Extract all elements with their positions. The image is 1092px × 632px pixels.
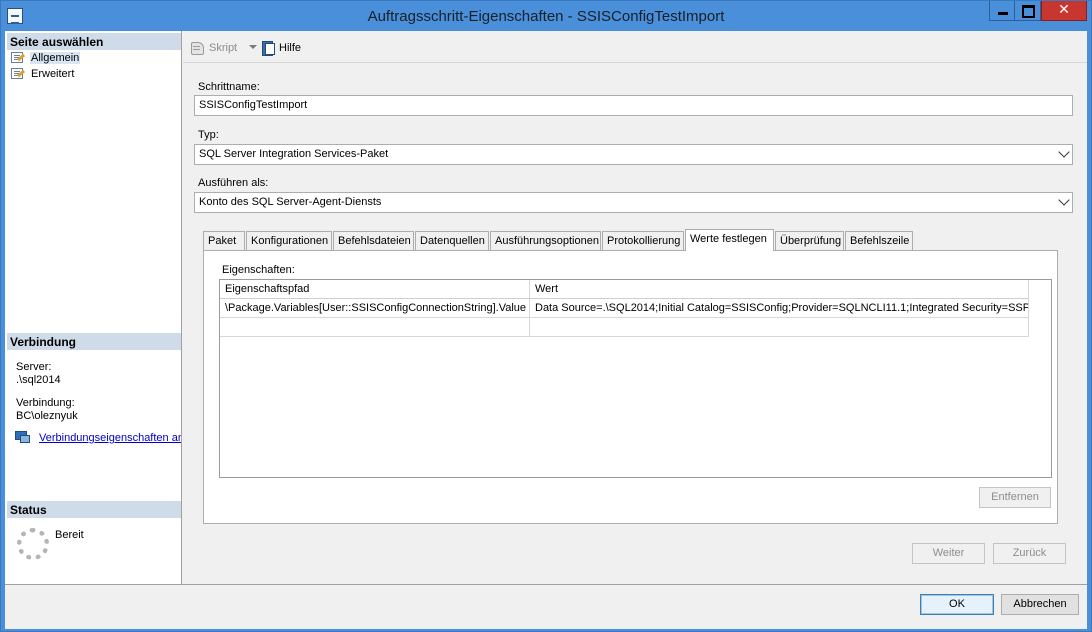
page-item-erweitert[interactable]: Erweitert — [10, 66, 75, 81]
table-row[interactable] — [220, 318, 1029, 337]
tab-ausfuehrungsoptionen[interactable]: Ausführungsoptionen — [490, 231, 601, 250]
script-icon — [189, 41, 205, 55]
status-spinner-icon — [17, 528, 49, 560]
properties-label: Eigenschaften: — [222, 264, 295, 276]
property-value-cell[interactable] — [530, 318, 1029, 337]
tab-befehlszeile[interactable]: Befehlszeile — [845, 231, 913, 250]
cancel-button[interactable]: Abbrechen — [1001, 594, 1079, 615]
server-value: .\sql2014 — [16, 374, 61, 386]
page-item-allgemein[interactable]: Allgemein — [10, 50, 81, 65]
dialog-client: Seite auswählen Allgemein Erweitert Verb… — [5, 31, 1087, 629]
property-path-cell[interactable] — [220, 318, 530, 337]
properties-grid[interactable]: Eigenschaftspfad Wert \Package.Variables… — [219, 279, 1052, 478]
status-value: Bereit — [55, 529, 84, 541]
title-bar[interactable]: Auftragsschritt-Eigenschaften - SSISConf… — [1, 1, 1091, 31]
type-select-value: SQL Server Integration Services-Paket — [199, 148, 389, 160]
close-button[interactable]: ✕ — [1041, 1, 1087, 21]
page-icon — [10, 51, 26, 64]
script-dropdown-icon[interactable] — [249, 45, 257, 49]
dialog-window: Auftragsschritt-Eigenschaften - SSISConf… — [0, 0, 1092, 632]
column-header-value[interactable]: Wert — [530, 280, 1029, 299]
run-as-select[interactable]: Konto des SQL Server-Agent-Diensts — [194, 192, 1073, 213]
minimize-button[interactable] — [989, 1, 1015, 21]
tab-befehlsdateien[interactable]: Befehlsdateien — [333, 231, 414, 250]
close-icon: ✕ — [1058, 2, 1070, 18]
grid-header-row: Eigenschaftspfad Wert — [220, 280, 1029, 299]
tab-ueberpruefung[interactable]: Überprüfung — [775, 231, 844, 250]
maximize-button[interactable] — [1015, 1, 1041, 21]
step-name-input[interactable]: SSISConfigTestImport — [194, 95, 1073, 116]
tab-page-werte-festlegen: Eigenschaften: Eigenschaftspfad Wert \Pa… — [203, 250, 1058, 524]
script-label: Skript — [209, 42, 238, 54]
next-button[interactable]: Weiter — [912, 543, 985, 564]
ok-button[interactable]: OK — [920, 594, 994, 615]
connection-properties-link[interactable]: Verbindungseigenschaften anzeigen — [39, 432, 181, 444]
dialog-button-bar: OK Abbrechen — [5, 584, 1087, 629]
tab-paket[interactable]: Paket — [203, 231, 245, 250]
help-icon — [261, 41, 275, 56]
table-row[interactable]: \Package.Variables[User::SSISConfigConne… — [220, 299, 1029, 318]
connection-value: BC\oleznyuk — [16, 410, 78, 422]
window-title: Auftragsschritt-Eigenschaften - SSISConf… — [367, 8, 725, 25]
back-button[interactable]: Zurück — [993, 543, 1066, 564]
script-button[interactable]: Skript — [189, 40, 237, 56]
help-label: Hilfe — [279, 42, 302, 54]
toolbar: Skript Hilfe — [183, 31, 1087, 63]
run-as-label: Ausführen als: — [198, 177, 269, 189]
tab-konfigurationen[interactable]: Konfigurationen — [246, 231, 332, 250]
left-panel: Seite auswählen Allgemein Erweitert Verb… — [5, 31, 182, 584]
column-header-property-path[interactable]: Eigenschaftspfad — [220, 280, 530, 299]
server-label: Server: — [16, 361, 52, 373]
run-as-select-value: Konto des SQL Server-Agent-Diensts — [199, 196, 382, 208]
page-icon — [10, 67, 26, 80]
help-button[interactable]: Hilfe — [261, 40, 301, 56]
property-value-cell[interactable]: Data Source=.\SQL2014;Initial Catalog=SS… — [530, 299, 1029, 318]
connection-header: Verbindung — [7, 333, 181, 350]
property-path-cell[interactable]: \Package.Variables[User::SSISConfigConne… — [220, 299, 530, 318]
status-header: Status — [7, 501, 181, 518]
page-item-label: Allgemein — [30, 51, 81, 64]
tab-werte-festlegen[interactable]: Werte festlegen — [685, 229, 774, 251]
tab-datenquellen[interactable]: Datenquellen — [415, 231, 489, 250]
type-select[interactable]: SQL Server Integration Services-Paket — [194, 144, 1073, 165]
chevron-down-icon — [1058, 194, 1070, 206]
type-label: Typ: — [198, 129, 219, 141]
chevron-down-icon — [1058, 146, 1070, 158]
page-item-label: Erweitert — [31, 67, 75, 80]
step-name-label: Schrittname: — [198, 81, 260, 93]
remove-button[interactable]: Entfernen — [979, 487, 1051, 508]
connection-label: Verbindung: — [16, 397, 75, 409]
select-page-header: Seite auswählen — [7, 33, 181, 50]
tab-protokollierung[interactable]: Protokollierung — [602, 231, 684, 250]
connection-properties-icon — [15, 431, 31, 444]
